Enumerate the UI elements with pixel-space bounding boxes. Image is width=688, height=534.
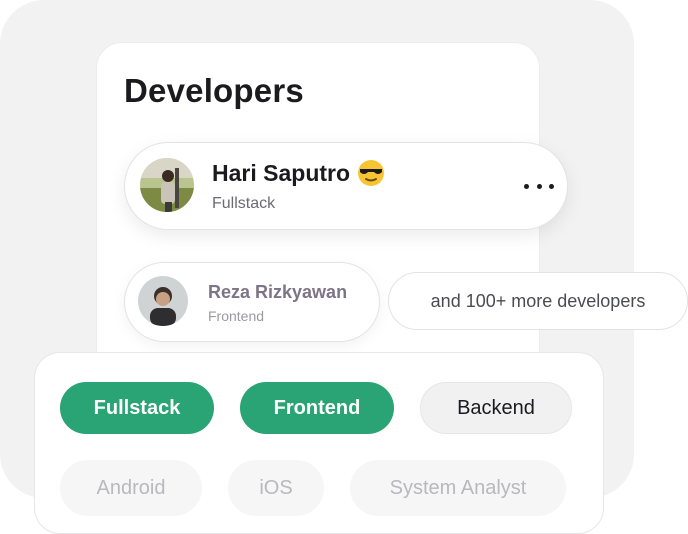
filter-chip-android[interactable]: Android — [60, 460, 202, 516]
developer-name: Reza Rizkyawan — [208, 282, 348, 302]
avatar — [138, 276, 188, 326]
filter-chip-frontend[interactable]: Frontend — [240, 382, 394, 434]
developer-role: Frontend — [208, 308, 265, 324]
filter-chip-backend[interactable]: Backend — [420, 382, 572, 434]
developer-name: Hari Saputro — [212, 158, 386, 188]
page-title: Developers — [124, 72, 304, 109]
filter-chip-system-analyst[interactable]: System Analyst — [350, 460, 566, 516]
avatar — [140, 158, 194, 212]
filter-chip-ios[interactable]: iOS — [228, 460, 324, 516]
sunglasses-emoji-icon — [356, 158, 386, 188]
developer-name-text: Hari Saputro — [212, 159, 351, 186]
filter-chip-fullstack[interactable]: Fullstack — [60, 382, 214, 434]
more-horizontal-icon[interactable] — [524, 176, 554, 196]
more-developers-badge: and 100+ more developers — [388, 272, 688, 330]
developer-role: Fullstack — [212, 195, 276, 212]
